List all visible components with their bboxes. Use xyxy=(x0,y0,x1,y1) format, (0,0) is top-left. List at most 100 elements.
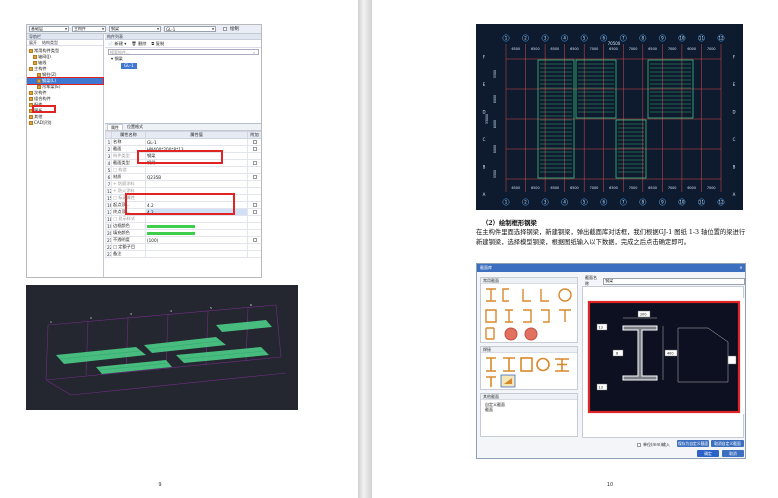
property-row[interactable]: 3 构件类型 钢梁 xyxy=(105,152,261,160)
unit-checkbox[interactable] xyxy=(637,443,641,447)
property-row[interactable]: 16起点顶...4.2 xyxy=(105,201,261,209)
property-value[interactable]: HN400*200*8*13 xyxy=(145,145,248,153)
tree-node[interactable]: CAD识别 xyxy=(27,120,103,126)
property-row[interactable]: 18□ 显示样式 xyxy=(105,215,261,223)
extra-checkbox[interactable] xyxy=(253,209,257,214)
dim-web[interactable]: 8 xyxy=(616,352,618,356)
property-value[interactable] xyxy=(145,215,248,223)
pipe-icon[interactable] xyxy=(558,288,572,302)
property-row[interactable]: 19边框颜色 xyxy=(105,222,261,230)
property-value[interactable] xyxy=(145,250,248,258)
property-value[interactable]: 4.2 xyxy=(145,208,248,216)
copy-button[interactable]: ⧉ 复制 xyxy=(151,41,164,47)
close-icon[interactable]: ✕ xyxy=(737,264,745,272)
property-value[interactable]: Q235B xyxy=(145,173,248,181)
extra-checkbox[interactable] xyxy=(253,139,257,144)
angle2-icon[interactable] xyxy=(540,289,549,302)
property-value[interactable] xyxy=(145,229,248,237)
property-value[interactable] xyxy=(145,194,248,202)
extra-checkbox[interactable] xyxy=(253,174,257,179)
section-item[interactable]: 截面 xyxy=(485,407,573,412)
property-value[interactable] xyxy=(145,166,248,174)
draw-checkbox[interactable] xyxy=(223,27,227,31)
channel2-icon[interactable] xyxy=(523,309,532,323)
ok-button[interactable]: 确定 xyxy=(697,450,719,457)
i2-icon[interactable] xyxy=(505,309,513,323)
extra-cell[interactable] xyxy=(247,236,261,244)
property-row[interactable]: 15□ 标高属性 xyxy=(105,194,261,202)
dim-height[interactable]: 400 xyxy=(667,352,673,356)
expand-tab[interactable]: 展开 xyxy=(29,40,37,45)
round-bar2-icon[interactable] xyxy=(524,327,538,341)
property-value[interactable]: GL-1 xyxy=(145,138,248,146)
extra-checkbox[interactable] xyxy=(253,202,257,207)
box-icon[interactable] xyxy=(485,309,497,323)
save-custom-button[interactable]: 保存为自定义截面 xyxy=(677,440,709,447)
rect-tube-icon[interactable] xyxy=(485,327,495,340)
type-select[interactable]: 钢梁 ▼ xyxy=(109,26,161,32)
extra-cell[interactable] xyxy=(247,187,261,195)
property-row[interactable]: 1 名称 GL-1 xyxy=(105,138,261,146)
property-value[interactable]: 4.2 xyxy=(145,201,248,209)
property-row[interactable]: 7 + 防腐涂料 xyxy=(105,180,261,188)
property-row[interactable]: 20填充颜色 xyxy=(105,229,261,237)
angle-icon[interactable] xyxy=(522,289,531,302)
property-row[interactable]: 22□ 定额子目 xyxy=(105,243,261,251)
extra-checkbox[interactable] xyxy=(253,160,257,165)
cancel-button[interactable]: 取消 xyxy=(722,450,744,457)
property-row[interactable]: 5 □ 构造 xyxy=(105,166,261,174)
floor-select[interactable]: 基础层 ▼ xyxy=(29,26,69,32)
new-button[interactable]: 📄 新建 ▾ xyxy=(108,41,126,47)
dim-bottom[interactable]: 13 xyxy=(599,386,603,390)
extra-cell[interactable] xyxy=(247,173,261,181)
section-name-input[interactable]: 钢梁 xyxy=(603,277,745,285)
round-bar-icon[interactable] xyxy=(504,327,518,341)
property-row[interactable]: 21不透明度(100) xyxy=(105,236,261,244)
group-beams[interactable]: ▾ 钢梁 xyxy=(111,56,261,62)
extra-cell[interactable] xyxy=(247,145,261,153)
property-row[interactable]: 12+ 防火涂料 xyxy=(105,187,261,195)
extra-cell[interactable] xyxy=(247,222,261,230)
category-select[interactable]: 主构件 ▼ xyxy=(72,26,106,32)
extra-checkbox[interactable] xyxy=(253,237,257,242)
extra-cell[interactable] xyxy=(247,250,261,258)
extra-cell[interactable] xyxy=(247,152,261,160)
property-value[interactable] xyxy=(145,180,248,188)
extra-cell[interactable] xyxy=(247,215,261,223)
structure-type-tab[interactable]: 结构类型 xyxy=(42,40,58,45)
i-beam-icon[interactable] xyxy=(486,288,496,302)
property-row[interactable]: 23备注 xyxy=(105,250,261,258)
property-row[interactable]: 4 截面类型 钢梁 xyxy=(105,159,261,167)
channel-icon[interactable] xyxy=(502,288,509,302)
extra-cell[interactable] xyxy=(247,180,261,188)
tab-properties[interactable]: 属性 xyxy=(107,124,123,130)
delete-button[interactable]: 🗑 删除 xyxy=(131,41,146,47)
extra-cell[interactable] xyxy=(247,159,261,167)
property-value[interactable] xyxy=(145,243,248,251)
dim-flange[interactable]: 13 xyxy=(599,326,603,330)
tab-position[interactable]: 位置格式 xyxy=(124,124,146,130)
component-select[interactable]: GL-1 ▼ xyxy=(164,26,216,32)
z-icon[interactable] xyxy=(541,309,550,323)
property-row[interactable]: 2 截面 HN400*200*8*13 xyxy=(105,145,261,153)
extra-cell[interactable] xyxy=(247,243,261,251)
cancel-custom-button[interactable]: 取消自定义截面 xyxy=(711,440,744,447)
search-input[interactable]: 搜索构件... ⌕ xyxy=(108,49,259,55)
extra-checkbox[interactable] xyxy=(253,146,257,151)
property-row[interactable]: 6 材质 Q235B xyxy=(105,173,261,181)
extra-cell[interactable] xyxy=(247,208,261,216)
dim-top[interactable]: 200 xyxy=(640,313,646,317)
property-value[interactable] xyxy=(145,222,248,230)
extra-cell[interactable] xyxy=(247,229,261,237)
color-swatch[interactable] xyxy=(147,224,195,229)
extra-cell[interactable] xyxy=(247,166,261,174)
tee-icon[interactable] xyxy=(559,309,571,322)
component-gl1[interactable]: GL-1 xyxy=(121,63,137,69)
property-value[interactable]: (100) xyxy=(145,236,248,244)
extra-cell[interactable] xyxy=(247,194,261,202)
property-value[interactable] xyxy=(145,187,248,195)
property-value[interactable]: 钢梁 xyxy=(145,152,248,160)
color-swatch[interactable] xyxy=(147,231,195,236)
property-row[interactable]: 17终点顶...4.2 xyxy=(105,208,261,216)
property-value[interactable]: 钢梁 xyxy=(145,159,248,167)
